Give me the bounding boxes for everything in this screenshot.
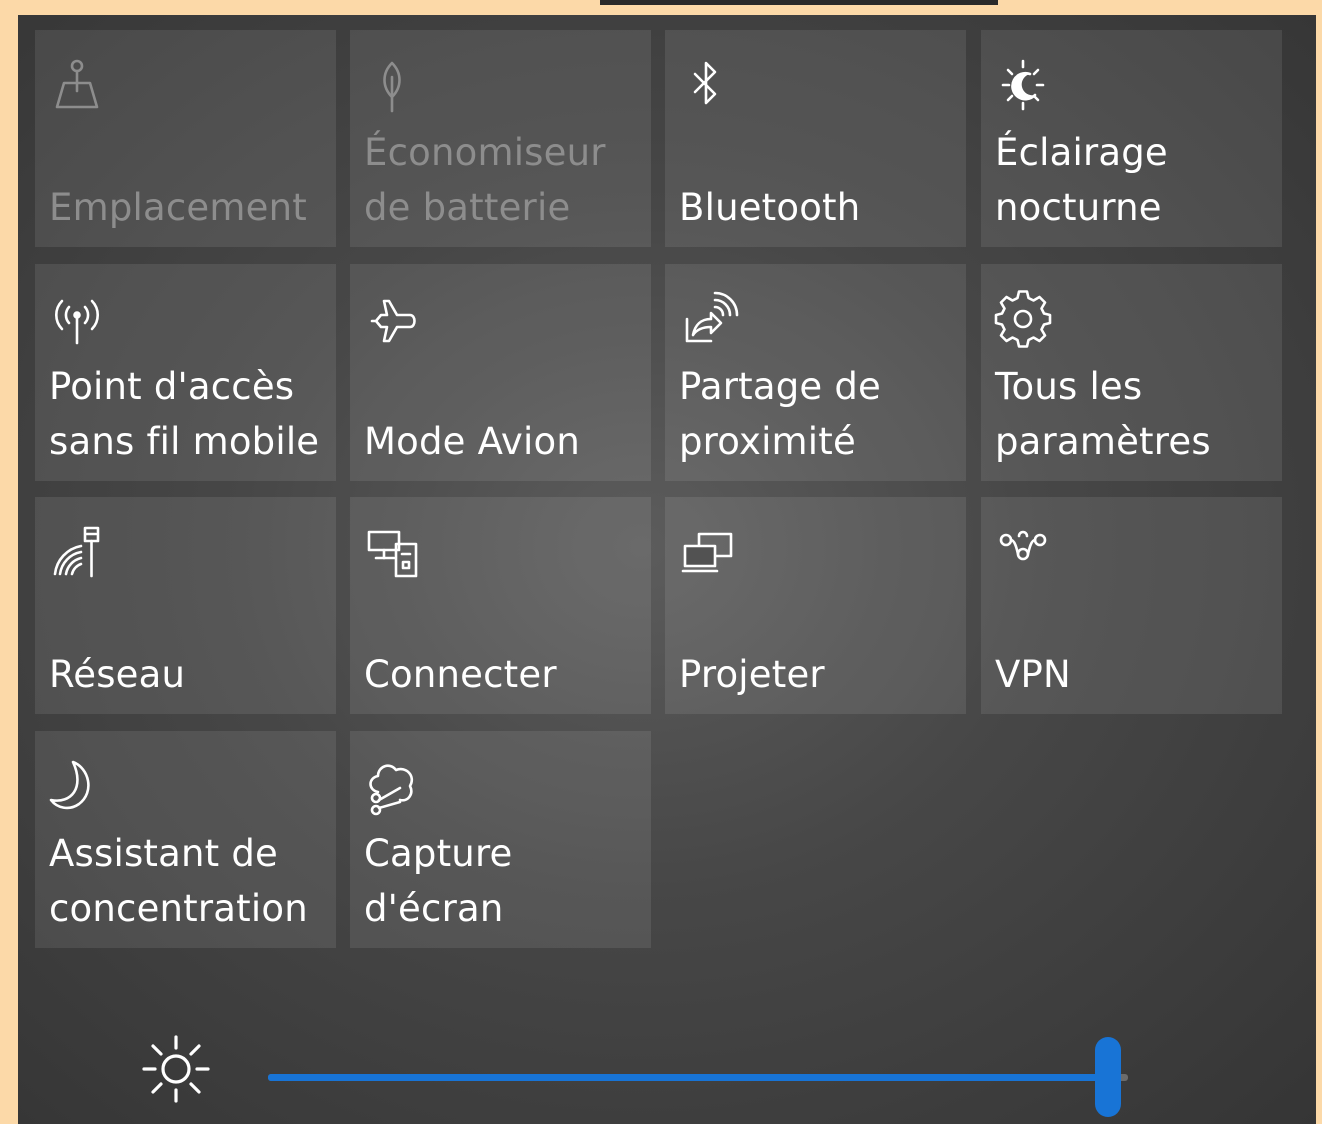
top-edge-bar bbox=[600, 0, 998, 5]
tile-focus-assist[interactable]: Assistant de concentration bbox=[35, 731, 336, 948]
tile-label: Partage de proximité bbox=[679, 365, 881, 463]
tile-mobile-hotspot[interactable]: Point d'accès sans fil mobile bbox=[35, 264, 336, 481]
tile-airplane[interactable]: Mode Avion bbox=[350, 264, 651, 481]
night-light-icon bbox=[995, 57, 1051, 113]
gear-icon bbox=[994, 290, 1052, 348]
tile-label: Tous les paramètres bbox=[995, 365, 1211, 463]
bluetooth-icon bbox=[679, 57, 735, 113]
quick-action-grid: Emplacement Économiseur de batterie Blueto… bbox=[18, 15, 1316, 1124]
network-icon bbox=[49, 524, 105, 580]
tile-label: Capture d'écran bbox=[364, 832, 513, 930]
brightness-slider-thumb[interactable] bbox=[1095, 1037, 1121, 1117]
connect-icon bbox=[364, 524, 420, 580]
project-icon bbox=[679, 524, 735, 580]
tile-label: Connecter bbox=[364, 653, 557, 696]
tile-label: VPN bbox=[995, 653, 1071, 696]
tile-label: Économiseur de batterie bbox=[364, 131, 606, 229]
screen-snip-icon bbox=[364, 758, 420, 816]
vpn-icon bbox=[995, 524, 1051, 580]
brightness-slider-fill bbox=[268, 1074, 1108, 1081]
tile-label: Éclairage nocturne bbox=[995, 131, 1168, 229]
tile-gear[interactable]: Tous les paramètres bbox=[981, 264, 1282, 481]
tile-bluetooth[interactable]: Bluetooth bbox=[665, 30, 966, 247]
tile-label: Mode Avion bbox=[364, 420, 580, 463]
tile-screen-snip[interactable]: Capture d'écran bbox=[350, 731, 651, 948]
tile-network[interactable]: Réseau bbox=[35, 497, 336, 714]
nearby-sharing-icon bbox=[679, 291, 739, 347]
tile-label: Emplacement bbox=[49, 186, 307, 229]
tile-nearby-sharing[interactable]: Partage de proximité bbox=[665, 264, 966, 481]
tile-connect[interactable]: Connecter bbox=[350, 497, 651, 714]
tile-label: Réseau bbox=[49, 653, 186, 696]
quick-actions-panel: Emplacement Économiseur de batterie Blueto… bbox=[18, 15, 1316, 1124]
brightness-icon bbox=[140, 1033, 212, 1105]
tile-label: Point d'accès sans fil mobile bbox=[49, 365, 320, 463]
tile-vpn[interactable]: VPN bbox=[981, 497, 1282, 714]
airplane-icon bbox=[364, 291, 420, 347]
tile-night-light[interactable]: Éclairage nocturne bbox=[981, 30, 1282, 247]
tile-label: Projeter bbox=[679, 653, 825, 696]
brightness-slider[interactable] bbox=[268, 1025, 1128, 1117]
tile-label: Assistant de concentration bbox=[49, 832, 308, 930]
mobile-hotspot-icon bbox=[49, 291, 105, 347]
focus-assist-icon bbox=[49, 758, 105, 814]
tile-project[interactable]: Projeter bbox=[665, 497, 966, 714]
location-icon bbox=[49, 57, 105, 113]
battery-saver-icon bbox=[364, 57, 420, 113]
tile-battery-saver[interactable]: Économiseur de batterie bbox=[350, 30, 651, 247]
tile-label: Bluetooth bbox=[679, 186, 861, 229]
tile-location[interactable]: Emplacement bbox=[35, 30, 336, 247]
